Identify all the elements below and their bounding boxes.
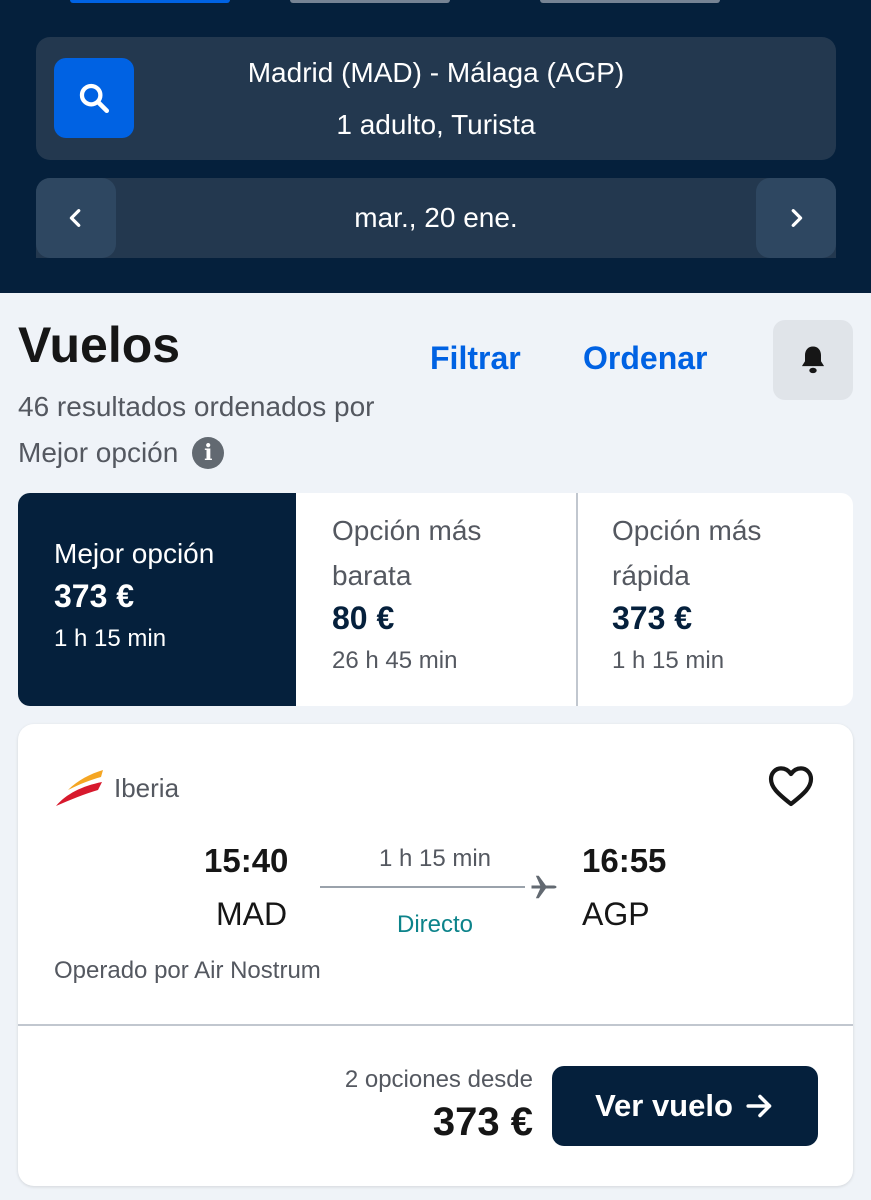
sort-tab-label: rápida (612, 560, 690, 591)
arrow-right-icon (746, 1094, 772, 1118)
sort-tab-best[interactable]: Mejor opción 373 € 1 h 15 min (18, 493, 296, 706)
airline-name: Iberia (114, 772, 180, 803)
view-flight-button[interactable]: Ver vuelo (552, 1066, 818, 1146)
sort-mode-line: Mejor opción i (18, 437, 225, 469)
sort-tab-label: Opción más (612, 515, 762, 546)
options-count: 2 opciones desde (344, 1066, 533, 1093)
next-date-button[interactable] (756, 178, 836, 258)
heart-icon (768, 766, 814, 807)
sort-button[interactable]: Ordenar (583, 340, 707, 377)
page-title: Vuelos (18, 317, 181, 373)
flight-duration: 1 h 15 min (378, 845, 492, 872)
chevron-right-icon (791, 209, 803, 227)
sort-tab-duration: 1 h 15 min (54, 625, 167, 652)
view-flight-label: Ver vuelo (595, 1088, 733, 1123)
departure-time: 15:40 (204, 842, 289, 879)
sort-tab-price: 80 € (332, 600, 395, 636)
stops-label: Directo (396, 911, 474, 938)
search-header: Madrid (MAD) - Málaga (AGP) 1 adulto, Tu… (0, 0, 871, 293)
tab-indicator (290, 0, 450, 3)
sort-tab-fastest[interactable]: Opción más rápida 373 € 1 h 15 min (576, 493, 853, 706)
bell-icon (801, 346, 825, 374)
sort-tab-label: barata (332, 560, 412, 591)
route-line (320, 886, 525, 888)
sort-tab-label: Mejor opción (54, 538, 215, 569)
sort-mode: Mejor opción (18, 437, 179, 468)
arrival-time: 16:55 (582, 842, 667, 879)
search-summary[interactable]: Madrid (MAD) - Málaga (AGP) 1 adulto, Tu… (36, 37, 836, 160)
route-text: Madrid (MAD) - Málaga (AGP) (247, 57, 625, 88)
selected-date[interactable]: mar., 20 ene. (36, 202, 836, 234)
iberia-logo (56, 770, 103, 806)
arrival-airport: AGP (582, 896, 650, 932)
save-flight-button[interactable] (767, 764, 815, 813)
divider (18, 1024, 853, 1026)
passengers-text: 1 adulto, Turista (336, 109, 536, 140)
tab-indicator (70, 0, 230, 3)
operated-by: Operado por Air Nostrum (54, 957, 321, 984)
sort-tab-cheapest[interactable]: Opción más barata 80 € 26 h 45 min (296, 493, 576, 706)
plane-icon (529, 872, 559, 907)
sort-tabs: Mejor opción 373 € 1 h 15 min Opción más… (18, 493, 853, 706)
departure-airport: MAD (216, 896, 288, 932)
price-alert-button[interactable] (773, 320, 853, 400)
tab-indicator (540, 0, 720, 3)
date-selector: mar., 20 ene. (36, 178, 836, 258)
sort-tab-price: 373 € (54, 578, 135, 614)
sort-tab-duration: 1 h 15 min (612, 647, 725, 674)
sort-tab-label: Opción más (332, 515, 482, 546)
flight-card[interactable]: Iberia 15:40 MAD 1 h 15 min Directo 16:5… (18, 724, 853, 1186)
filter-button[interactable]: Filtrar (430, 340, 521, 377)
sort-tab-price: 373 € (612, 600, 693, 636)
sort-tab-duration: 26 h 45 min (332, 647, 458, 674)
flight-price: 373 € (432, 1100, 533, 1144)
results-count: 46 resultados ordenados por (18, 391, 375, 422)
info-icon[interactable]: i (192, 437, 225, 469)
airline: Iberia (54, 768, 179, 808)
